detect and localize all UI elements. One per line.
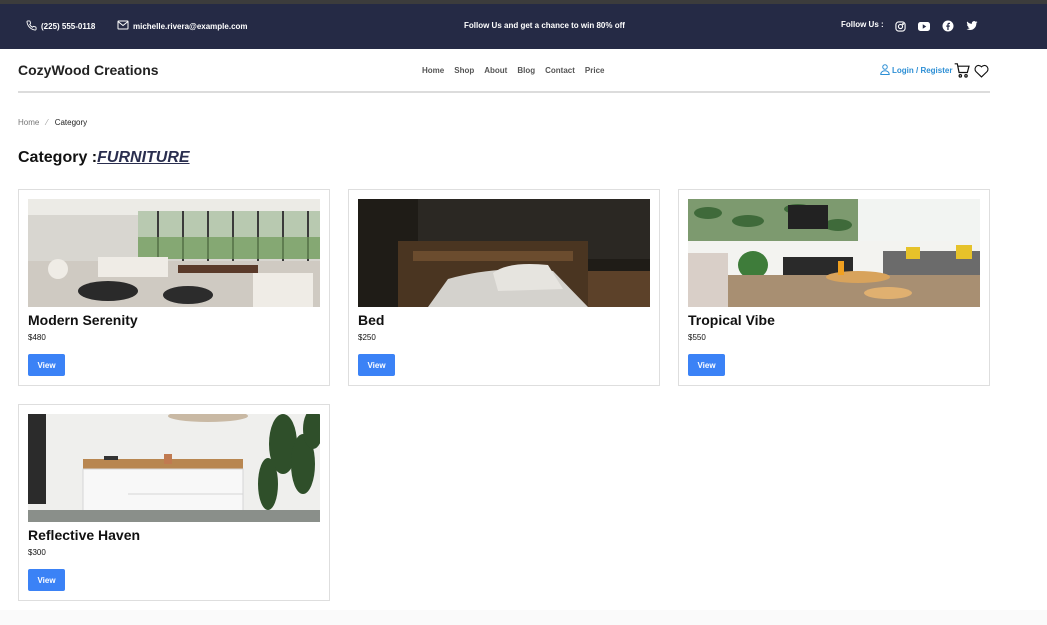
login-register-label: Login / Register <box>892 66 953 75</box>
category-label: Category : <box>18 149 98 166</box>
product-price: $550 <box>688 333 706 342</box>
user-icon <box>880 64 890 77</box>
product-card: Bed $250 View <box>348 189 660 386</box>
email-contact[interactable]: michelle.rivera@example.com <box>117 20 248 32</box>
product-price: $300 <box>28 548 46 557</box>
nav-shop[interactable]: Shop <box>454 66 474 75</box>
heart-icon[interactable] <box>974 64 989 78</box>
product-price: $250 <box>358 333 376 342</box>
product-price: $480 <box>28 333 46 342</box>
top-info-bar: (225) 555-0118 michelle.rivera@example.c… <box>0 4 1047 49</box>
category-name[interactable]: FURNITURE <box>97 149 189 166</box>
youtube-icon[interactable] <box>917 19 931 33</box>
facebook-icon[interactable] <box>941 19 955 33</box>
product-image[interactable] <box>688 199 980 307</box>
email-text: michelle.rivera@example.com <box>133 21 248 31</box>
breadcrumb-current: Category <box>54 118 88 127</box>
view-button[interactable]: View <box>28 569 65 591</box>
nav-menu: Home Shop About Blog Contact Price <box>422 66 604 75</box>
breadcrumb: Home ⁄ Category <box>18 118 87 127</box>
product-name[interactable]: Reflective Haven <box>28 527 140 543</box>
brand-logo[interactable]: CozyWood Creations <box>18 62 159 78</box>
breadcrumb-home[interactable]: Home <box>18 118 39 127</box>
product-name[interactable]: Bed <box>358 312 384 328</box>
navbar: CozyWood Creations Home Shop About Blog … <box>18 49 990 93</box>
nav-price[interactable]: Price <box>585 66 605 75</box>
page-title: Category :FURNITURE <box>18 149 190 167</box>
view-button[interactable]: View <box>358 354 395 376</box>
product-card: Tropical Vibe $550 View <box>678 189 990 386</box>
product-image[interactable] <box>28 414 320 522</box>
promo-text: Follow Us and get a chance to win 80% of… <box>464 21 625 30</box>
mail-icon <box>117 20 129 32</box>
phone-text: (225) 555-0118 <box>41 22 96 31</box>
breadcrumb-separator: ⁄ <box>46 118 48 127</box>
nav-blog[interactable]: Blog <box>517 66 535 75</box>
login-register-link[interactable]: Login / Register <box>880 64 952 77</box>
nav-about[interactable]: About <box>484 66 507 75</box>
product-name[interactable]: Tropical Vibe <box>688 312 775 328</box>
product-card: Reflective Haven $300 View <box>18 404 330 601</box>
view-button[interactable]: View <box>28 354 65 376</box>
main-content: CozyWood Creations Home Shop About Blog … <box>0 49 1047 610</box>
product-image[interactable] <box>358 199 650 307</box>
nav-contact[interactable]: Contact <box>545 66 575 75</box>
follow-label: Follow Us : <box>841 20 884 29</box>
twitter-icon[interactable] <box>965 19 979 33</box>
instagram-icon[interactable] <box>893 19 907 33</box>
nav-home[interactable]: Home <box>422 66 444 75</box>
cart-icon[interactable] <box>954 63 971 78</box>
view-button[interactable]: View <box>688 354 725 376</box>
phone-icon <box>26 20 37 33</box>
product-name[interactable]: Modern Serenity <box>28 312 138 328</box>
product-card: Modern Serenity $480 View <box>18 189 330 386</box>
phone-contact[interactable]: (225) 555-0118 <box>26 20 95 33</box>
product-image[interactable] <box>28 199 320 307</box>
